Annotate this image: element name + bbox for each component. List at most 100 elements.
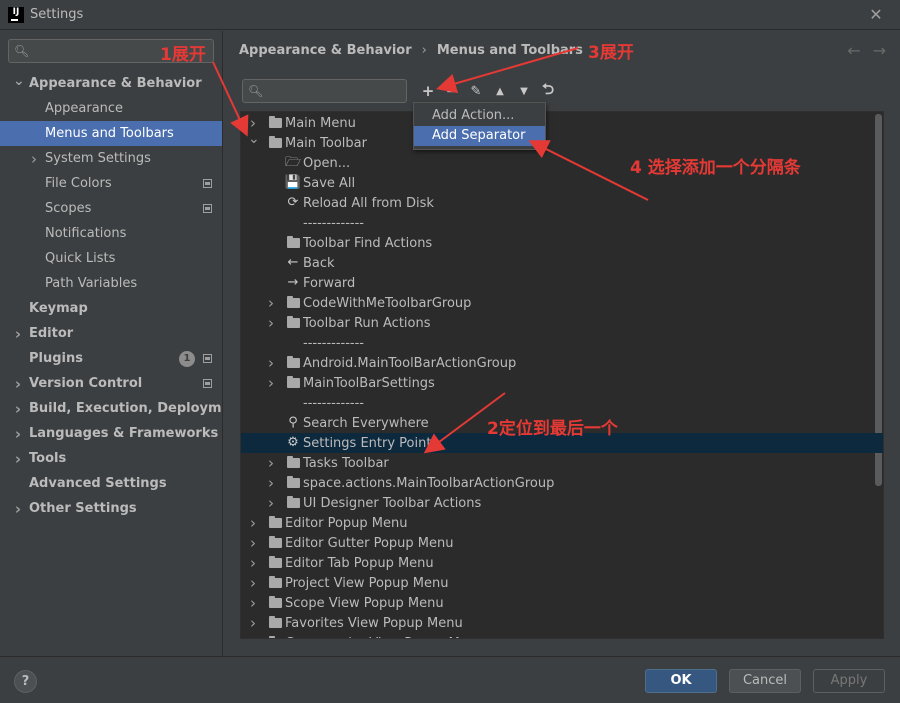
tree-row[interactable]: → Forward <box>241 273 883 293</box>
tree-row-label: Reload All from Disk <box>303 195 434 211</box>
breadcrumb-parent[interactable]: Appearance & Behavior <box>239 43 412 58</box>
tree-row-label: Editor Gutter Popup Menu <box>285 535 454 551</box>
remove-button[interactable]: − <box>440 80 464 102</box>
tree-row[interactable]: › Main Menu <box>241 113 883 133</box>
folder-icon <box>286 376 300 390</box>
tree-row[interactable]: › Project View Popup Menu <box>241 573 883 593</box>
title-bar: IJ Settings ✕ <box>0 0 900 30</box>
tree-row[interactable]: › Tasks Toolbar <box>241 453 883 473</box>
chevron-right-icon[interactable]: › <box>13 325 23 343</box>
chevron-down-icon[interactable]: ⌄ <box>13 73 25 89</box>
tree-search-input[interactable] <box>267 82 397 100</box>
tree-row[interactable]: ------------- <box>241 333 883 353</box>
tree-row[interactable]: ⟳ Reload All from Disk <box>241 193 883 213</box>
sidebar-item[interactable]: › Tools <box>0 446 222 471</box>
chevron-right-icon[interactable]: › <box>248 114 258 132</box>
chevron-right-icon[interactable]: › <box>266 374 276 392</box>
sidebar-item[interactable]: Appearance <box>0 96 222 121</box>
tree-row[interactable]: › space.actions.MainToolbarActionGroup <box>241 473 883 493</box>
restore-button[interactable]: ⮌ <box>536 80 560 102</box>
tree-row[interactable]: › Editor Gutter Popup Menu <box>241 533 883 553</box>
chevron-right-icon[interactable]: › <box>248 554 258 572</box>
sidebar-item[interactable]: Advanced Settings <box>0 471 222 496</box>
chevron-right-icon[interactable]: › <box>13 500 23 518</box>
tree-row[interactable]: Toolbar Find Actions <box>241 233 883 253</box>
move-down-button[interactable]: ▼ <box>512 80 536 102</box>
tree-row[interactable]: ← Back <box>241 253 883 273</box>
sidebar-item[interactable]: › Version Control <box>0 371 222 396</box>
chevron-right-icon[interactable]: › <box>248 514 258 532</box>
edit-button[interactable]: ✎ <box>464 80 488 102</box>
back-arrow-icon[interactable]: ← <box>847 41 860 60</box>
tree-row[interactable]: ⌄ Main Toolbar <box>241 131 883 153</box>
menu-item-add-separator[interactable]: Add Separator <box>414 126 545 146</box>
chevron-right-icon[interactable]: › <box>13 400 23 418</box>
annotation-3: 3展开 <box>588 43 634 63</box>
sidebar-item[interactable]: Scopes <box>0 196 222 221</box>
tree-row-label: Back <box>303 255 335 271</box>
tree-row[interactable]: › Commander View Popup Menu <box>241 633 883 639</box>
sidebar-item[interactable]: Notifications <box>0 221 222 246</box>
tree-row[interactable]: › UI Designer Toolbar Actions <box>241 493 883 513</box>
tree-row[interactable]: › MainToolBarSettings <box>241 373 883 393</box>
sidebar-item[interactable]: Path Variables <box>0 271 222 296</box>
chevron-right-icon[interactable]: › <box>248 634 258 638</box>
tree-row[interactable]: › Editor Popup Menu <box>241 513 883 533</box>
chevron-right-icon[interactable]: › <box>266 474 276 492</box>
chevron-right-icon[interactable]: › <box>248 594 258 612</box>
move-up-button[interactable]: ▲ <box>488 80 512 102</box>
chevron-right-icon[interactable]: › <box>13 375 23 393</box>
sidebar-item[interactable]: › Editor <box>0 321 222 346</box>
tree-row-label: Editor Tab Popup Menu <box>285 555 434 571</box>
chevron-right-icon[interactable]: › <box>266 314 276 332</box>
tree-search[interactable]: 🔍︎ <box>242 79 407 103</box>
sidebar-item[interactable]: Menus and Toolbars <box>0 121 222 146</box>
folder-icon <box>268 616 282 630</box>
sidebar-item[interactable]: File Colors <box>0 171 222 196</box>
close-icon[interactable]: ✕ <box>866 5 886 25</box>
chevron-right-icon[interactable]: › <box>266 494 276 512</box>
sidebar-item[interactable]: › Other Settings <box>0 496 222 521</box>
forward-arrow-icon[interactable]: → <box>873 41 886 60</box>
apply-button[interactable]: Apply <box>813 669 885 693</box>
chevron-right-icon[interactable]: › <box>266 294 276 312</box>
tree-row[interactable]: › Toolbar Run Actions <box>241 313 883 333</box>
tree-row[interactable]: › Scope View Popup Menu <box>241 593 883 613</box>
sidebar-item[interactable]: › Build, Execution, Deployment <box>0 396 246 421</box>
tree-row-label: Open... <box>303 155 351 171</box>
cancel-button[interactable]: Cancel <box>729 669 801 693</box>
tree-row-label: Commander View Popup Menu <box>285 636 484 639</box>
reload-icon: ⟳ <box>287 195 299 210</box>
tree-row[interactable]: › Android.MainToolBarActionGroup <box>241 353 883 373</box>
sidebar-item[interactable]: ⌄ Appearance & Behavior <box>0 71 222 96</box>
chevron-right-icon[interactable]: › <box>248 574 258 592</box>
chevron-right-icon[interactable]: › <box>266 454 276 472</box>
tree-row-label: Toolbar Run Actions <box>303 315 431 331</box>
tree-row[interactable]: › CodeWithMeToolbarGroup <box>241 293 883 313</box>
add-button[interactable]: + <box>416 80 440 102</box>
tree-row[interactable]: ------------- <box>241 213 883 233</box>
sidebar-item-label: Quick Lists <box>45 251 116 266</box>
update-count-badge: 1 <box>179 350 195 367</box>
save-icon: 💾 <box>284 175 302 190</box>
chevron-right-icon[interactable]: › <box>13 450 23 468</box>
project-level-icon <box>203 354 212 363</box>
actions-tree[interactable]: › Main Menu ⌄ Main Toolbar 🗁 Open... 💾 Save All… <box>240 111 884 639</box>
chevron-right-icon[interactable]: › <box>29 150 39 168</box>
sidebar-item[interactable]: › System Settings <box>0 146 222 171</box>
chevron-down-icon[interactable]: ⌄ <box>248 131 260 147</box>
help-button[interactable]: ? <box>14 670 37 693</box>
sidebar-item[interactable]: Quick Lists <box>0 246 222 271</box>
sidebar-item[interactable]: Plugins 1 <box>0 346 222 371</box>
chevron-right-icon[interactable]: › <box>13 425 23 443</box>
sidebar-item[interactable]: › Languages & Frameworks <box>0 421 222 446</box>
menu-item-add-action[interactable]: Add Action... <box>414 106 545 126</box>
tree-row[interactable]: ------------- <box>241 393 883 413</box>
chevron-right-icon[interactable]: › <box>248 534 258 552</box>
chevron-right-icon[interactable]: › <box>248 614 258 632</box>
ok-button[interactable]: OK <box>645 669 717 693</box>
tree-row[interactable]: › Editor Tab Popup Menu <box>241 553 883 573</box>
chevron-right-icon[interactable]: › <box>266 354 276 372</box>
sidebar-item[interactable]: Keymap <box>0 296 222 321</box>
tree-row[interactable]: › Favorites View Popup Menu <box>241 613 883 633</box>
